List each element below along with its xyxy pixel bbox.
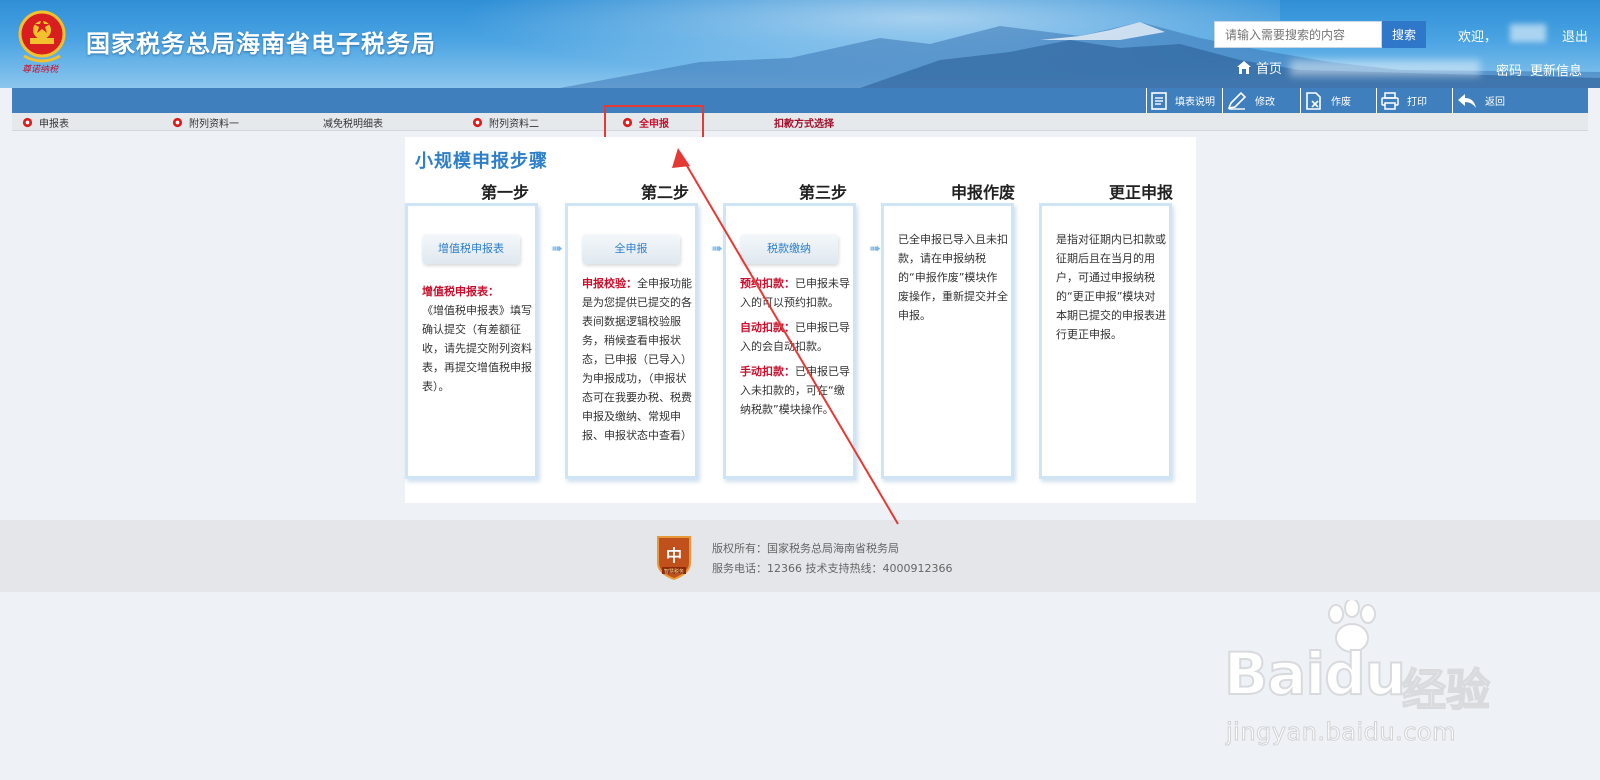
service-hotline-text: 服务电话：12366 技术支持热线：4000912366 xyxy=(712,562,953,575)
void-declaration-card: 已全申报已导入且未扣款，请在申报纳税的“申报作废”模块作废操作，重新提交并全申报… xyxy=(881,203,1014,479)
tab-label: 减免税明细表 xyxy=(323,119,383,130)
step-one-text: 《增值税申报表》填写确认提交（有差额征收，请先提交附列资料表，再提交增值税申报表… xyxy=(422,304,532,393)
gear-star-icon xyxy=(172,117,183,128)
home-link[interactable]: 首页 xyxy=(1236,58,1282,77)
document-icon xyxy=(1151,91,1167,110)
vat-form-pill[interactable]: 增值税申报表 xyxy=(422,234,520,264)
site-header: 尊诺纳税 国家税务总局海南省电子税务局 搜索 欢迎， 退出 首页 密码 更新信息 xyxy=(0,0,1600,88)
watermark-url: jingyan.baidu.com xyxy=(1226,718,1456,747)
step-two-card: 全申报 申报校验：全申报功能是为您提供已提交的各表间数据逻辑校验服务，稍候查看申… xyxy=(565,203,698,479)
step-three-body: 预约扣款：已申报未导入的可以预约扣款。 自动扣款：已申报已导入的会自动扣款。 手… xyxy=(740,274,850,419)
tab-tax-relief-details[interactable]: 减免税明细表 xyxy=(323,115,383,130)
tab-attachment-two[interactable]: 附列资料二 xyxy=(472,115,539,130)
edit-label: 修改 xyxy=(1255,97,1275,108)
pencil-icon xyxy=(1227,91,1247,110)
search-button[interactable]: 搜索 xyxy=(1382,21,1426,48)
back-label: 返回 xyxy=(1485,97,1505,108)
action-toolbar: 填表说明 修改 作废 打印 返回 xyxy=(12,88,1588,113)
step-one-heading: 第一步 xyxy=(480,183,529,202)
flow-arrow-icon: ➠ xyxy=(869,241,881,257)
tab-label: 附列资料二 xyxy=(489,119,539,130)
tab-deduction-method[interactable]: 扣款方式选择 xyxy=(774,115,834,130)
tab-label: 附列资料一 xyxy=(189,119,239,130)
welcome-text: 欢迎， xyxy=(1458,30,1498,45)
tab-label: 申报表 xyxy=(39,119,69,130)
step-three-heading: 第三步 xyxy=(798,183,847,202)
void-document-icon xyxy=(1306,91,1321,110)
panel-title: 小规模申报步骤 xyxy=(415,151,548,172)
correction-declaration-heading: 更正申报 xyxy=(1108,183,1173,202)
gear-star-icon xyxy=(472,117,483,128)
search-input[interactable] xyxy=(1214,21,1382,48)
home-label: 首页 xyxy=(1256,62,1283,77)
back-arrow-icon xyxy=(1458,93,1476,108)
gear-star-icon xyxy=(22,117,33,128)
copyright-text: 版权所有：国家税务总局海南省税务局 xyxy=(712,542,899,555)
print-label: 打印 xyxy=(1407,97,1427,108)
site-footer: 中 智慧税务 版权所有：国家税务总局海南省税务局 服务电话：12366 技术支持… xyxy=(0,520,1600,592)
printer-icon xyxy=(1381,91,1399,110)
tax-payment-pill[interactable]: 税款缴纳 xyxy=(740,234,838,264)
watermark-brand: Baidu xyxy=(1223,639,1407,709)
step-one-body: 增值税申报表： 《增值税申报表》填写确认提交（有差额征收，请先提交附列资料表，再… xyxy=(422,282,532,396)
watermark-brand-cn: 经验 xyxy=(1401,664,1491,717)
step-two-text: 全申报功能是为您提供已提交的各表间数据逻辑校验服务，稍候查看申报状态，已申报（已… xyxy=(582,277,692,442)
flow-arrow-icon: ➠ xyxy=(711,241,723,257)
tab-attachment-one[interactable]: 附列资料一 xyxy=(172,115,239,130)
declaration-steps-panel: 小规模申报步骤 第一步 第二步 第三步 申报作废 更正申报 增值税申报表 增值税… xyxy=(405,137,1196,503)
back-button[interactable]: 返回 xyxy=(1452,88,1588,113)
password-link[interactable]: 密码 xyxy=(1496,60,1522,79)
home-icon xyxy=(1237,61,1251,74)
full-declaration-pill[interactable]: 全申报 xyxy=(582,234,680,264)
tab-declaration-form[interactable]: 申报表 xyxy=(22,115,69,130)
national-emblem-icon xyxy=(18,10,66,63)
step-one-red-label: 增值税申报表： xyxy=(422,285,499,298)
step-two-body: 申报校验：全申报功能是为您提供已提交的各表间数据逻辑校验服务，稍候查看申报状态，… xyxy=(582,274,692,445)
step-two-heading: 第二步 xyxy=(640,183,689,202)
scheduled-deduction-label: 预约扣款： xyxy=(740,277,795,290)
declaration-tabs: 申报表 附列资料一 减免税明细表 附列资料二 全申报 扣款方式选择 xyxy=(12,113,1588,131)
void-declaration-heading: 申报作废 xyxy=(950,183,1015,202)
emblem-subtitle: 尊诺纳税 xyxy=(22,65,59,75)
site-title: 国家税务总局海南省电子税务局 xyxy=(86,30,436,58)
auto-deduction-label: 自动扣款： xyxy=(740,321,795,334)
svg-text:中: 中 xyxy=(666,546,682,565)
correction-declaration-card: 是指对征期内已扣款或征期后且在当月的用户，可通过申报纳税的“更正申报”模块对本期… xyxy=(1039,203,1172,479)
void-declaration-text: 已全申报已导入且未扣款，请在申报纳税的“申报作废”模块作废操作，重新提交并全申报… xyxy=(898,233,1008,322)
svg-text:智慧税务: 智慧税务 xyxy=(664,568,684,575)
fill-instructions-button[interactable]: 填表说明 xyxy=(1146,88,1222,113)
nav-redacted xyxy=(1290,60,1480,76)
step-one-card: 增值税申报表 增值税申报表： 《增值税申报表》填写确认提交（有差额征收，请先提交… xyxy=(405,203,538,479)
step-three-card: 税款缴纳 预约扣款：已申报未导入的可以预约扣款。 自动扣款：已申报已导入的会自动… xyxy=(723,203,856,479)
flow-arrow-icon: ➠ xyxy=(551,241,563,257)
void-label: 作废 xyxy=(1331,97,1351,108)
username-redacted xyxy=(1510,24,1546,42)
baidu-jingyan-watermark: Baidu 经验 jingyan.baidu.com xyxy=(1223,600,1564,750)
correction-declaration-text: 是指对征期内已扣款或征期后且在当月的用户，可通过申报纳税的“更正申报”模块对本期… xyxy=(1056,233,1166,341)
tab-label: 扣款方式选择 xyxy=(774,119,834,130)
print-button[interactable]: 打印 xyxy=(1376,88,1452,113)
logout-link[interactable]: 退出 xyxy=(1562,26,1588,45)
step-two-red-label: 申报校验： xyxy=(582,277,637,290)
void-button[interactable]: 作废 xyxy=(1300,88,1376,113)
fill-instructions-label: 填表说明 xyxy=(1175,97,1215,108)
manual-deduction-label: 手动扣款： xyxy=(740,365,795,378)
update-info-link[interactable]: 更新信息 xyxy=(1530,60,1582,79)
edit-button[interactable]: 修改 xyxy=(1222,88,1300,113)
smart-tax-badge-icon: 中 智慧税务 xyxy=(657,536,691,581)
